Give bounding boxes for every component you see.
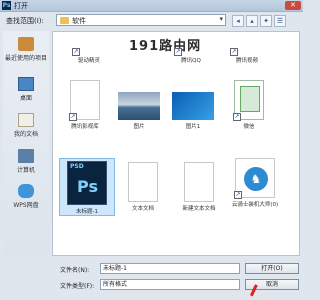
knight-app-icon: ♞ [244,167,268,191]
file-item[interactable]: 图片 [111,92,167,130]
file-name: 腾讯影视库 [71,124,99,130]
image-thumbnail [118,92,160,120]
place-label: 我的文档 [13,131,38,138]
file-name: 图片1 [185,124,201,130]
title-bar: Ps 打开 ✕ [0,0,303,12]
text-file-icon [184,162,214,202]
chevron-down-icon[interactable]: ▾ [219,15,223,23]
file-name: 微信 [243,124,255,130]
shortcut-arrow-icon: ↗ [174,48,182,56]
file-name: 腾讯视频 [235,58,258,64]
photoshop-icon: Ps [2,1,11,10]
file-name: 文本文档 [131,206,154,212]
place-documents[interactable]: 我的文档 [3,113,49,138]
file-item-selected[interactable]: PSD Ps 未标题-1 [59,158,115,216]
file-thumbnail: ↗ [233,80,264,121]
file-type-label: 文件类型(F): [60,283,95,290]
file-name-input[interactable]: 未标题-1 [100,263,240,274]
file-item[interactable]: 图片1 [165,92,221,130]
file-item[interactable]: ↗ 腾讯视频 [219,34,275,64]
file-name-label: 文件名(N): [60,267,90,274]
shortcut-arrow-icon: ↗ [230,48,238,56]
file-thumbnail: ↗ [69,80,100,121]
file-thumbnail: ↗ [230,34,262,56]
look-in-label: 查找范围(I): [6,17,44,25]
file-name: 云骑士装机大师(0) [231,202,279,208]
place-label: 最近使用的项目 [4,55,47,62]
file-item[interactable]: ↗ 驱动精灵 [61,34,117,64]
desktop-icon [18,77,34,91]
file-name: 图片 [133,124,145,130]
open-button[interactable]: 打开(O) [245,263,299,274]
shortcut-arrow-icon: ↗ [234,191,242,199]
text-file-icon [128,162,158,202]
shortcut-arrow-icon: ↗ [233,113,241,121]
recent-items-icon [18,37,34,51]
view-menu-button[interactable]: ☰ [274,15,286,27]
folder-icon [60,17,69,24]
file-name: 未标题-1 [76,209,98,215]
close-button[interactable]: ✕ [285,1,301,10]
up-folder-button[interactable]: ▴ [246,15,258,27]
places-bar: 最近使用的项目 桌面 我的文档 计算机 WPS网盘 [3,31,49,256]
look-in-value: 软件 [72,17,86,25]
new-folder-button[interactable]: ✦ [260,15,272,27]
back-button[interactable]: ◂ [232,15,244,27]
file-name: 腾讯QQ [181,58,201,64]
computer-icon [18,149,34,163]
file-list[interactable]: 191路由网 ↗ 驱动精灵 ↗ 腾讯QQ ↗ 腾讯视频 ↗ 腾讯影视库 图片 图… [52,31,300,256]
place-wps-cloud[interactable]: WPS网盘 [3,181,49,209]
file-thumbnail: ♞ ↗ [234,158,275,199]
documents-icon [18,113,34,127]
window-title: 打开 [14,2,28,10]
shortcut-arrow-icon: ↗ [69,113,77,121]
shortcut-arrow-icon: ↗ [72,48,80,56]
place-label: 计算机 [16,167,35,174]
file-item[interactable]: 文本文档 [115,162,171,212]
file-item[interactable]: ♞ ↗ 云骑士装机大师(0) [225,158,285,208]
file-name-row: 文件名(N): 未标题-1 打开(O) [0,262,303,276]
look-in-dropdown[interactable]: 软件 ▾ [56,14,226,26]
place-desktop[interactable]: 桌面 [3,77,49,102]
cloud-icon [18,184,34,198]
image-thumbnail [172,92,214,120]
file-thumbnail: ↗ [72,34,104,56]
psd-file-icon: PSD Ps [67,161,107,205]
place-label: 桌面 [19,95,32,102]
file-item[interactable]: ↗ 腾讯影视库 [57,80,113,130]
file-thumbnail: ↗ [174,34,206,56]
place-computer[interactable]: 计算机 [3,149,49,174]
file-type-dropdown[interactable]: 所有格式 [100,279,240,290]
file-item[interactable]: 新建文本文档 [171,162,227,212]
file-name: 驱动精灵 [77,58,100,64]
file-item[interactable]: ↗ 腾讯QQ [163,34,219,64]
place-recent[interactable]: 最近使用的项目 [3,37,49,62]
file-item[interactable]: ↗ 微信 [221,80,277,130]
place-label: WPS网盘 [13,202,39,209]
file-name: 新建文本文档 [182,206,216,212]
